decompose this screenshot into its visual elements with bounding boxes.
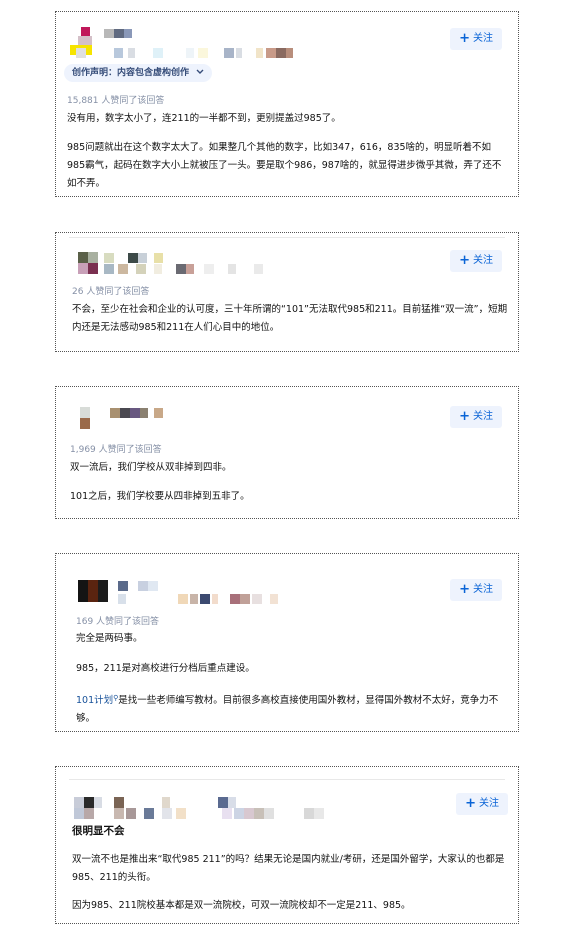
divider xyxy=(69,237,505,238)
follow-button[interactable]: + 关注 xyxy=(450,579,502,601)
answer-paragraph: 因为985、211院校基本都是双一流院校，可双一流院校却不一定是211、985。 xyxy=(72,900,411,911)
author-bio xyxy=(76,48,296,58)
answer-paragraph: 完全是两码事。 xyxy=(76,633,143,644)
avatar[interactable] xyxy=(78,252,102,274)
author-name[interactable] xyxy=(110,408,170,418)
answer-card: + 关注 创作声明：内容包含虚构创作 15,881 人赞同了该回答 没有用，数字太… xyxy=(55,11,519,197)
answer-card: + 关注 1,969 人赞同了该回答 双一流后，我们学校从双非掉到四非。 101之… xyxy=(55,386,519,519)
follow-button[interactable]: + 关注 xyxy=(456,793,508,815)
answer-card: + 关注 很明显不会 双一流不也是推出来“取代985 211”的吗？结果无论是国内… xyxy=(55,766,519,924)
answer-title: 很明显不会 xyxy=(72,825,125,837)
follow-button[interactable]: + 关注 xyxy=(450,28,502,50)
author-name[interactable] xyxy=(104,253,304,275)
plus-icon: + xyxy=(459,253,470,268)
plus-icon: + xyxy=(465,796,476,811)
avatar[interactable] xyxy=(80,407,92,429)
chevron-down-icon xyxy=(196,69,204,74)
author-bio xyxy=(118,594,288,604)
answer-card: + 关注 169 人赞同了该回答 完全是两码事。 985，211是对高校进行分档后… xyxy=(55,553,519,732)
answer-paragraph: 双一流不也是推出来“取代985 211”的吗？结果无论是国内就业/考研，还是国外… xyxy=(72,854,505,883)
answer-paragraph: 101计划⚲是找一些老师编写教材。目前很多高校直接使用国外教材，显得国外教材不太… xyxy=(76,694,499,724)
author-name[interactable] xyxy=(118,581,178,591)
link-101-plan[interactable]: 101计划⚲ xyxy=(76,694,118,706)
creation-declaration-tag[interactable]: 创作声明：内容包含虚构创作 xyxy=(64,64,213,82)
author-name[interactable] xyxy=(104,29,304,41)
answer-paragraph: 985问题就出在这个数字太大了。如果整几个其他的数字，比如347，616，835… xyxy=(67,142,502,189)
likes-count: 169 人赞同了该回答 xyxy=(76,617,160,627)
follow-button[interactable]: + 关注 xyxy=(450,406,502,428)
likes-count: 1,969 人赞同了该回答 xyxy=(70,445,162,455)
author-name[interactable] xyxy=(114,797,344,819)
answer-paragraph: 双一流后，我们学校从双非掉到四非。 xyxy=(70,462,232,473)
avatar[interactable] xyxy=(78,580,110,602)
answer-paragraph: 985，211是对高校进行分档后重点建设。 xyxy=(76,663,255,674)
divider xyxy=(69,779,505,780)
answer-card: + 关注 26 人赞同了该回答 不会，至少在社会和企业的认可度，三十年所谓的“10… xyxy=(55,232,519,352)
plus-icon: + xyxy=(459,409,470,424)
answer-paragraph: 没有用，数字太小了，连211的一半都不到，更别提盖过985了。 xyxy=(67,113,341,124)
follow-button[interactable]: + 关注 xyxy=(450,250,502,272)
likes-count: 26 人赞同了该回答 xyxy=(72,287,150,297)
answer-paragraph: 101之后，我们学校要从四非掉到五非了。 xyxy=(70,491,250,502)
likes-count: 15,881 人赞同了该回答 xyxy=(67,96,165,106)
answer-paragraph: 不会，至少在社会和企业的认可度，三十年所谓的“101”无法取代985和211。目… xyxy=(72,304,508,333)
avatar[interactable] xyxy=(74,797,104,819)
plus-icon: + xyxy=(459,31,470,46)
plus-icon: + xyxy=(459,582,470,597)
